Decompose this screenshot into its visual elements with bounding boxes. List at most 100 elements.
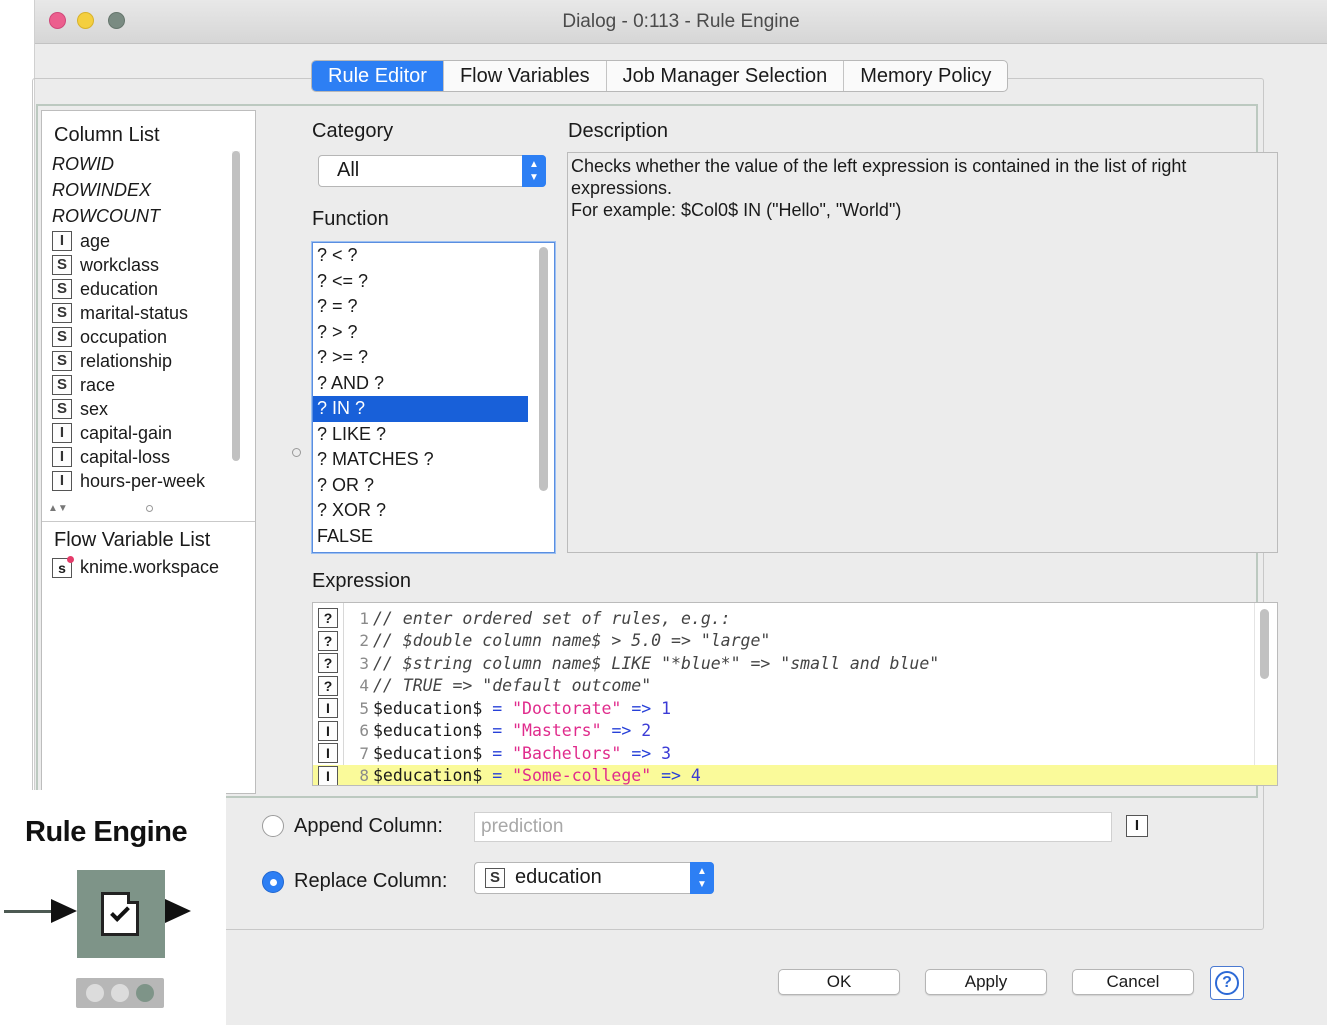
function-item[interactable]: ? XOR ?: [313, 498, 528, 524]
node-title: Rule Engine: [25, 816, 188, 848]
column-item[interactable]: Ihours-per-week: [52, 469, 232, 493]
list-item-rowindex[interactable]: ROWINDEX: [52, 177, 232, 203]
column-item[interactable]: Ssex: [52, 397, 232, 421]
input-connection-line: [4, 910, 52, 913]
function-item-selected[interactable]: ? IN ?: [313, 396, 528, 422]
function-item[interactable]: ? >= ?: [313, 345, 528, 371]
code-number: 1: [661, 698, 672, 718]
column-list-scrollbar[interactable]: [232, 151, 240, 461]
description-line: expressions.: [571, 178, 673, 198]
append-column-input[interactable]: prediction: [474, 812, 1112, 842]
column-item[interactable]: Iage: [52, 229, 232, 253]
code-comment: // $string column name$ LIKE "*blue*" =>…: [373, 653, 940, 673]
column-item[interactable]: Smarital-status: [52, 301, 232, 325]
column-item[interactable]: Icapital-gain: [52, 421, 232, 445]
string-type-icon: S: [52, 375, 72, 395]
code-comment: // $double column name$ > 5.0 => "large": [373, 631, 771, 651]
expression-line[interactable]: ? 3// $string column name$ LIKE "*blue*" …: [313, 652, 1277, 675]
page-fold: [127, 892, 139, 904]
function-item[interactable]: ? OR ?: [313, 473, 528, 499]
column-item[interactable]: Seducation: [52, 277, 232, 301]
expression-line[interactable]: ? 2// $double column name$ > 5.0 => "larg…: [313, 630, 1277, 653]
integer-type-icon[interactable]: I: [1126, 815, 1148, 837]
help-button[interactable]: ?: [1210, 966, 1244, 1000]
column-item[interactable]: Soccupation: [52, 325, 232, 349]
pane-splitter-handle[interactable]: [292, 448, 301, 457]
append-column-label: Append Column:: [294, 815, 443, 837]
category-select[interactable]: All ▲ ▼: [318, 155, 546, 187]
column-name: sex: [80, 398, 109, 419]
line-number: 2: [359, 631, 369, 651]
code-string: "Bachelors": [512, 743, 622, 763]
rule-type-icon: I: [318, 720, 338, 741]
expression-label: Expression: [312, 570, 411, 592]
line-number: 6: [359, 721, 369, 741]
expression-line[interactable]: I 5 $education$ = "Doctorate" => 1: [313, 697, 1277, 720]
code-arrow: =>: [631, 698, 652, 718]
column-list-title: Column List: [54, 124, 160, 146]
integer-type-icon: I: [52, 447, 72, 467]
tab-rule-editor[interactable]: Rule Editor: [312, 61, 443, 91]
divider: [42, 521, 255, 522]
function-item[interactable]: ? > ?: [313, 320, 528, 346]
string-type-icon: S: [52, 399, 72, 419]
cancel-button[interactable]: Cancel: [1072, 969, 1194, 995]
code-variable: $education$: [373, 766, 483, 786]
expression-line[interactable]: I 6 $education$ = "Masters" => 2: [313, 720, 1277, 743]
list-item-rowcount[interactable]: ROWCOUNT: [52, 203, 232, 229]
tab-job-manager-selection[interactable]: Job Manager Selection: [605, 61, 844, 91]
list-item-rowid[interactable]: ROWID: [52, 151, 232, 177]
function-item[interactable]: ? AND ?: [313, 371, 528, 397]
line-number: 8: [359, 766, 369, 786]
column-item[interactable]: Srelationship: [52, 349, 232, 373]
column-name: capital-loss: [80, 446, 171, 467]
expression-scrollbar[interactable]: [1260, 609, 1269, 679]
code-string: "Some-college": [512, 766, 652, 786]
column-name: hours-per-week: [80, 470, 206, 491]
rule-engine-node[interactable]: [77, 870, 165, 958]
function-item[interactable]: ? <= ?: [313, 269, 528, 295]
function-list-scrollbar[interactable]: [539, 247, 548, 491]
tab-flow-variables[interactable]: Flow Variables: [442, 61, 606, 91]
split-arrows-icon[interactable]: ▲▼: [48, 503, 68, 514]
code-operator: =: [492, 766, 503, 786]
code-text: $education$ = "Some-college" => 4: [373, 766, 701, 785]
chevron-updown-icon: ▲ ▼: [522, 155, 546, 187]
column-name: marital-status: [80, 302, 189, 323]
code-text: // $double column name$ > 5.0 => "large": [373, 631, 770, 650]
append-column-radio[interactable]: [262, 815, 284, 837]
apply-button[interactable]: Apply: [925, 969, 1047, 995]
expression-line[interactable]: I 7 $education$ = "Bachelors" => 3: [313, 742, 1277, 765]
rule-help-icon: ?: [318, 608, 338, 628]
function-list[interactable]: ? < ? ? <= ? ? = ? ? > ? ? >= ? ? AND ? …: [312, 242, 555, 553]
code-text: $education$ = "Masters" => 2: [373, 721, 651, 740]
expression-line[interactable]: I 8 $education$ = "Some-college" => 4: [313, 764, 1277, 786]
scrollbar-thumb[interactable]: [232, 151, 240, 461]
column-item[interactable]: Sworkclass: [52, 253, 232, 277]
replace-column-select[interactable]: S education ▲ ▼: [474, 862, 714, 894]
column-item[interactable]: Icapital-loss: [52, 445, 232, 469]
tab-memory-policy[interactable]: Memory Policy: [843, 61, 1007, 91]
input-port-icon: [51, 899, 77, 923]
function-item[interactable]: ? LIKE ?: [313, 422, 528, 448]
code-comment: // enter ordered set of rules, e.g.:: [373, 608, 731, 628]
description-text: Checks whether the value of the left exp…: [567, 152, 1278, 553]
expression-line[interactable]: ? 4// TRUE => "default outcome": [313, 675, 1277, 698]
column-name: race: [80, 374, 116, 395]
function-label: Function: [312, 208, 389, 230]
ok-button[interactable]: OK: [778, 969, 900, 995]
replace-column-radio[interactable]: [262, 871, 284, 893]
expression-editor[interactable]: ? 1// enter ordered set of rules, e.g.:? 2…: [312, 602, 1278, 786]
function-item[interactable]: ? MATCHES ?: [313, 447, 528, 473]
function-item[interactable]: ? = ?: [313, 294, 528, 320]
rule-help-icon: ?: [318, 653, 338, 673]
code-operator: =: [492, 698, 503, 718]
flow-variable-item[interactable]: s knime.workspace: [52, 555, 219, 578]
code-operator: =: [492, 743, 503, 763]
integer-type-icon: I: [52, 231, 72, 251]
expression-line[interactable]: ? 1// enter ordered set of rules, e.g.:: [313, 607, 1277, 630]
column-item[interactable]: Srace: [52, 373, 232, 397]
function-item[interactable]: FALSE: [313, 524, 528, 550]
split-handle-icon[interactable]: [146, 505, 153, 512]
function-item[interactable]: ? < ?: [313, 243, 528, 269]
